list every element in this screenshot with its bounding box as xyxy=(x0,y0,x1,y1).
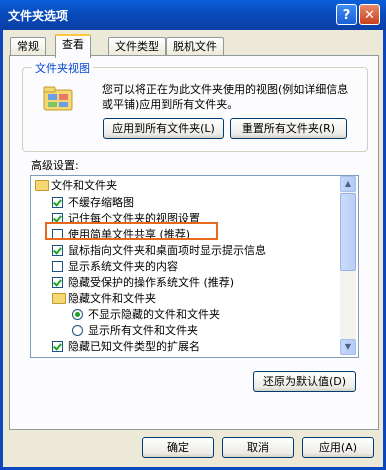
folder-icon xyxy=(35,180,49,191)
tab-general[interactable]: 常规 xyxy=(10,37,46,56)
reset-all-folders-button[interactable]: 重置所有文件夹(R) xyxy=(230,118,347,139)
tab-file-types[interactable]: 文件类型 xyxy=(108,37,166,56)
checkbox[interactable] xyxy=(52,197,63,208)
help-icon: ? xyxy=(342,8,351,23)
window-frame-left xyxy=(0,30,3,470)
help-button[interactable]: ? xyxy=(336,4,357,25)
window-title: 文件夹选项 xyxy=(8,9,69,23)
scroll-thumb[interactable] xyxy=(340,193,356,271)
restore-defaults-button[interactable]: 还原为默认值(D) xyxy=(253,371,356,392)
scroll-down-arrow-icon[interactable]: ▼ xyxy=(340,339,356,355)
advanced-settings-list[interactable]: 文件和文件夹 不缓存缩略图 记住每个文件夹的视图设置 使用简单文件共享 (推荐)… xyxy=(30,175,359,358)
folder-view-icon xyxy=(43,86,73,111)
cancel-button[interactable]: 取消 xyxy=(222,437,294,458)
advanced-settings-label: 高级设置: xyxy=(31,159,79,172)
apply-button[interactable]: 应用(A) xyxy=(302,437,374,458)
radio-button[interactable] xyxy=(72,309,83,320)
checkbox[interactable] xyxy=(52,261,63,272)
folder-icon xyxy=(52,293,66,304)
folder-view-group-title: 文件夹视图 xyxy=(32,60,93,76)
checkbox[interactable] xyxy=(52,277,63,288)
tab-offline-files[interactable]: 脱机文件 xyxy=(166,37,224,56)
tab-view[interactable]: 查看 xyxy=(55,34,91,58)
ok-button[interactable]: 确定 xyxy=(142,437,214,458)
close-icon: ✕ xyxy=(364,8,375,23)
close-button[interactable]: ✕ xyxy=(359,4,380,25)
scroll-up-arrow-icon[interactable]: ▲ xyxy=(340,176,356,192)
vertical-scrollbar[interactable]: ▲ ▼ xyxy=(340,176,356,355)
title-bar[interactable]: 文件夹选项 ? ✕ xyxy=(0,0,386,30)
radio-button[interactable] xyxy=(72,325,83,336)
checkbox[interactable] xyxy=(52,341,63,352)
apply-to-all-folders-button[interactable]: 应用到所有文件夹(L) xyxy=(103,118,224,139)
checkbox[interactable] xyxy=(52,245,63,256)
highlight-box xyxy=(45,222,218,240)
folder-view-description: 您可以将正在为此文件夹使用的视图(例如详细信息或平铺)应用到所有文件夹。 xyxy=(102,83,349,111)
